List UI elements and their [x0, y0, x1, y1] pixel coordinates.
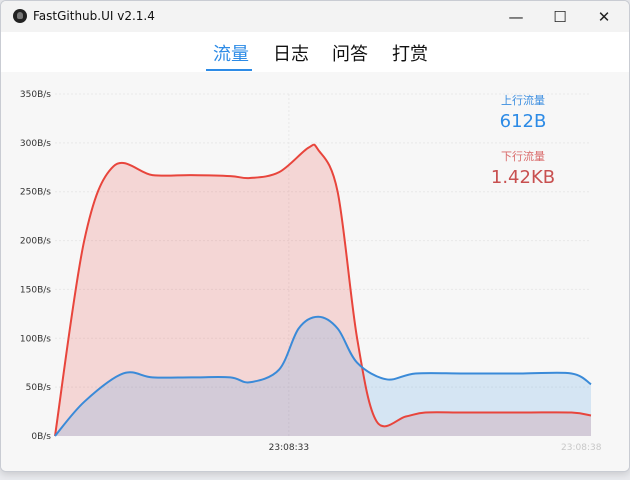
window-title: FastGithub.UI v2.1.4: [33, 9, 155, 23]
upload-legend: 上行流量 612B: [468, 92, 578, 132]
y-tick-label: 200B/s: [20, 237, 51, 247]
tab-bar: 流量 日志 问答 打赏: [1, 32, 629, 72]
y-tick-label: 350B/s: [20, 90, 51, 100]
x-tick-label: 23:08:33: [269, 443, 309, 453]
minimize-button[interactable]: —: [493, 1, 539, 32]
y-tick-label: 50B/s: [26, 383, 52, 393]
tab-traffic[interactable]: 流量: [213, 40, 249, 66]
maximize-button[interactable]: ☐: [537, 1, 583, 32]
close-button[interactable]: ✕: [581, 1, 627, 32]
tab-donate[interactable]: 打赏: [392, 40, 428, 66]
traffic-panel: 0B/s 50B/s 100B/s 150B/s 200B/s 250B/s 300B/s 3…: [1, 72, 629, 471]
y-tick-label: 250B/s: [20, 188, 51, 198]
title-bar[interactable]: FastGithub.UI v2.1.4 — ☐ ✕: [1, 1, 629, 32]
active-tab-indicator: [206, 69, 252, 71]
upload-value: 612B: [499, 111, 547, 132]
y-tick-label: 0B/s: [31, 432, 51, 442]
download-label: 下行流量: [501, 150, 545, 163]
y-tick-label: 100B/s: [20, 334, 51, 344]
upload-label: 上行流量: [501, 94, 545, 107]
app-window: FastGithub.UI v2.1.4 — ☐ ✕ 流量 日志 问答 打赏 0…: [0, 0, 630, 472]
app-logo-icon: [13, 9, 27, 23]
x-tick-label: 23:08:38: [561, 443, 602, 453]
download-value: 1.42KB: [490, 167, 556, 188]
y-tick-label: 300B/s: [20, 139, 51, 149]
tab-faq[interactable]: 问答: [332, 40, 368, 66]
download-legend: 下行流量 1.42KB: [468, 148, 578, 188]
y-tick-label: 150B/s: [20, 285, 51, 295]
tab-logs[interactable]: 日志: [273, 40, 309, 66]
